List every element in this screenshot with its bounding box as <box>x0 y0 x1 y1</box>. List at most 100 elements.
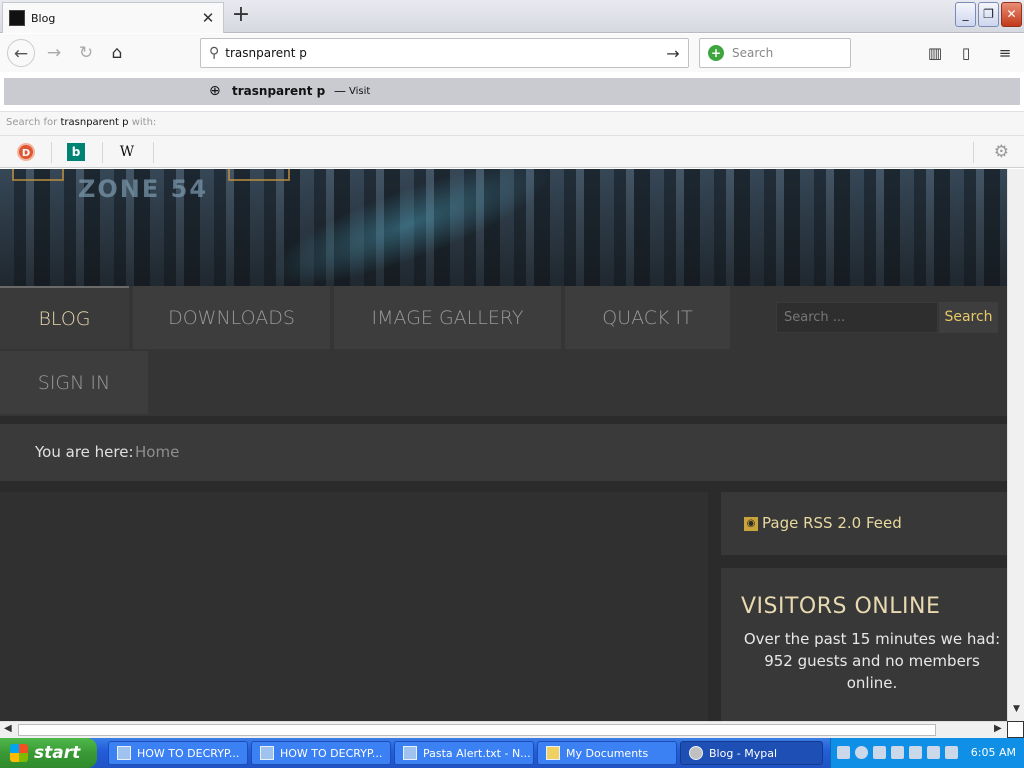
scroll-left-icon[interactable]: ◀ <box>4 723 12 734</box>
search-for-prefix: Search for <box>6 117 58 128</box>
library-icon[interactable]: ▥ <box>921 39 949 67</box>
search-for-suffix: with: <box>131 117 157 128</box>
breadcrumb-label: You are here: <box>35 443 134 461</box>
document-icon <box>260 746 274 760</box>
tab-strip: Blog ✕ + _ ❐ ✕ <box>0 0 1024 33</box>
system-tray: 6:05 AM <box>830 738 1024 768</box>
start-button[interactable]: start <box>0 738 97 768</box>
globe-icon: ⊕ <box>209 83 221 99</box>
suggestion-text: trasnparent p <box>232 84 326 98</box>
scroll-down-icon[interactable]: ▼ <box>1011 704 1022 714</box>
taskbar-button[interactable]: HOW TO DECRYP... <box>251 741 391 765</box>
horizontal-scrollbar[interactable]: ◀ ▶ <box>0 721 1007 738</box>
minimize-button[interactable]: _ <box>955 2 976 27</box>
scrollbar-thumb[interactable] <box>18 724 936 736</box>
taskbar-button-label: Blog - Mypal <box>709 746 778 760</box>
navigation-toolbar: ← → ↻ ⌂ ⚲ trasnparent p → + Search ▥ ▯ ≡ <box>0 34 1024 72</box>
nav-downloads[interactable]: DOWNLOADS <box>133 286 330 349</box>
scroll-right-icon[interactable]: ▶ <box>994 723 1002 734</box>
nav-quack-it[interactable]: QUACK IT <box>565 286 730 349</box>
scrollbar-corner <box>1007 721 1024 738</box>
divider <box>973 142 974 163</box>
duckduckgo-icon[interactable]: D <box>17 143 35 161</box>
go-arrow-icon[interactable]: → <box>658 44 688 63</box>
close-window-button[interactable]: ✕ <box>1001 2 1022 27</box>
url-input[interactable]: trasnparent p <box>225 46 658 60</box>
taskbar-button-label: Pasta Alert.txt - N... <box>423 746 531 760</box>
site-search-button[interactable]: Search <box>939 302 998 333</box>
menu-icon[interactable]: ≡ <box>991 39 1019 67</box>
site-search-input[interactable]: Search ... <box>776 302 938 333</box>
tray-app-icon[interactable] <box>945 746 958 759</box>
notepad-icon <box>403 746 417 760</box>
suggestion-dash: — <box>334 84 346 98</box>
nav-sign-in[interactable]: SIGN IN <box>0 351 148 414</box>
vertical-scrollbar[interactable]: ▼ <box>1007 169 1024 721</box>
rss-icon: ◉ <box>744 517 758 531</box>
site-logo[interactable]: ZONE 54 <box>78 175 208 203</box>
bing-icon[interactable]: b <box>67 143 85 161</box>
divider <box>153 142 154 163</box>
taskbar-button[interactable]: My Documents <box>537 741 677 765</box>
forward-arrow-icon[interactable]: → <box>40 39 68 67</box>
collapse-tray-icon[interactable] <box>855 746 868 759</box>
new-tab-button[interactable]: + <box>228 3 254 29</box>
taskbar-button[interactable]: HOW TO DECRYP... <box>108 741 248 765</box>
restore-button[interactable]: ❐ <box>978 2 999 27</box>
divider <box>51 142 52 163</box>
taskbar-button-label: HOW TO DECRYP... <box>137 746 240 760</box>
breadcrumb: You are here: Home <box>0 424 1007 481</box>
site-banner: ZONE 54 <box>0 169 1007 309</box>
taskbar-button-active[interactable]: Blog - Mypal <box>680 741 823 765</box>
keyboard-icon[interactable] <box>837 746 850 759</box>
document-icon <box>117 746 131 760</box>
taskbar: start HOW TO DECRYP... HOW TO DECRYP... … <box>0 738 1024 768</box>
volume-icon[interactable] <box>909 746 922 759</box>
rss-feed-module: ◉ Page RSS 2.0 Feed <box>721 492 1007 555</box>
close-tab-icon[interactable]: ✕ <box>199 9 217 27</box>
safely-remove-icon[interactable] <box>927 746 940 759</box>
visitors-title: VISITORS ONLINE <box>741 594 941 619</box>
network-icon[interactable] <box>873 746 886 759</box>
folder-icon <box>546 746 560 760</box>
visitors-online-module: VISITORS ONLINE Over the past 15 minutes… <box>721 568 1007 721</box>
reload-icon[interactable]: ↻ <box>72 39 100 67</box>
taskbar-button-label: My Documents <box>566 746 649 760</box>
taskbar-button[interactable]: Pasta Alert.txt - N... <box>394 741 534 765</box>
search-engine-bar: D b W ⚙ <box>0 135 1024 168</box>
security-icon[interactable] <box>891 746 904 759</box>
web-page: ZONE 54 BLOG DOWNLOADS IMAGE GALLERY QUA… <box>0 169 1007 721</box>
home-icon[interactable]: ⌂ <box>103 39 131 67</box>
add-search-engine-icon: + <box>708 45 724 61</box>
back-arrow-icon[interactable]: ← <box>7 39 35 67</box>
banner-frame <box>228 169 290 181</box>
search-for-label: Search for trasnparent p with: <box>0 111 1024 135</box>
main-content-area <box>0 492 708 721</box>
sidebar-icon[interactable]: ▯ <box>952 39 980 67</box>
search-icon: ⚲ <box>209 45 220 61</box>
address-bar[interactable]: ⚲ trasnparent p → <box>200 38 689 68</box>
search-input[interactable]: Search <box>732 46 773 60</box>
site-favicon-icon <box>9 10 25 26</box>
tab-blog[interactable]: Blog ✕ <box>2 2 224 33</box>
nav-blog[interactable]: BLOG <box>0 286 129 349</box>
windows-logo-icon <box>10 744 28 762</box>
tab-title: Blog <box>31 11 56 25</box>
browser-icon <box>689 746 703 760</box>
suggestion-action: Visit <box>349 86 371 97</box>
window-controls: _ ❐ ✕ <box>955 2 1022 27</box>
search-box[interactable]: + Search <box>699 38 851 68</box>
autocomplete-suggestion[interactable]: ⊕ trasnparent p — Visit <box>4 78 1020 105</box>
nav-image-gallery[interactable]: IMAGE GALLERY <box>334 286 561 349</box>
start-label: start <box>34 743 81 763</box>
clock: 6:05 AM <box>970 746 1016 759</box>
search-for-query: trasnparent p <box>60 117 129 128</box>
gear-icon[interactable]: ⚙ <box>994 142 1009 162</box>
wikipedia-icon[interactable]: W <box>118 143 136 161</box>
breadcrumb-home-link[interactable]: Home <box>135 443 179 461</box>
taskbar-button-label: HOW TO DECRYP... <box>280 746 383 760</box>
visitors-text: Over the past 15 minutes we had: 952 gue… <box>743 630 1001 692</box>
divider <box>102 142 103 163</box>
rss-feed-link[interactable]: Page RSS 2.0 Feed <box>762 514 902 532</box>
banner-frame <box>12 169 64 181</box>
